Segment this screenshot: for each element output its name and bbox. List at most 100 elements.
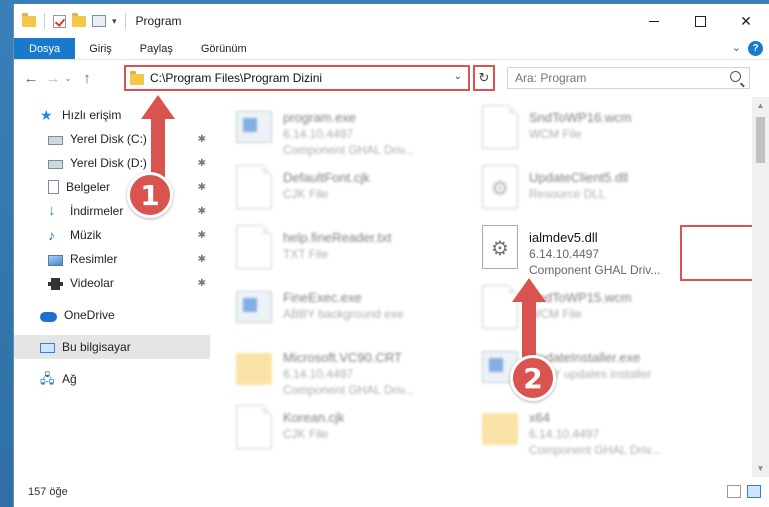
music-icon: ♪: [48, 227, 55, 243]
pin-icon[interactable]: ✱: [198, 278, 206, 289]
file-subtitle: WCM File: [529, 127, 582, 141]
back-button[interactable]: ←: [20, 70, 42, 87]
scroll-up-icon[interactable]: ▲: [752, 97, 769, 114]
ribbon-expand-icon[interactable]: ⌄: [732, 41, 741, 54]
sidebar-item-label: Videolar: [70, 276, 114, 290]
file-subtitle: 6.14.10.4497: [529, 247, 600, 261]
sidebar-item-label: Resimler: [70, 252, 118, 266]
disk-icon: [48, 160, 63, 169]
annotation-arrow-2: [512, 278, 546, 362]
file-subtitle: CJK File: [283, 187, 329, 201]
tab-view[interactable]: Görünüm: [187, 38, 261, 59]
file-name: Microsoft.VC90.CRT: [283, 350, 402, 365]
sidebar-item-label: OneDrive: [64, 308, 115, 322]
forward-button[interactable]: →: [42, 70, 64, 87]
file-name: DefaultFont.cjk: [283, 170, 370, 185]
tab-home[interactable]: Giriş: [75, 38, 126, 59]
file-name: ialmdev5.dll: [529, 230, 598, 245]
sidebar-item-quick-access[interactable]: ★ Hızlı erişim: [14, 103, 210, 127]
file-item[interactable]: x64 6.14.10.4497 Component GHAL Driv...: [482, 405, 716, 463]
pin-icon[interactable]: ✱: [198, 206, 206, 217]
sidebar-item-documents[interactable]: Belgeler ✱: [14, 175, 210, 199]
sidebar-item-disk-d[interactable]: Yerel Disk (D:) ✱: [14, 151, 210, 175]
file-item[interactable]: FineExec.exe ABBY background exe: [236, 285, 470, 343]
search-input[interactable]: [515, 71, 715, 85]
file-name: program.exe: [283, 110, 356, 125]
address-dropdown-icon[interactable]: ⌄: [454, 71, 462, 82]
file-description: Component GHAL Driv...: [529, 263, 661, 277]
file-subtitle: TXT File: [283, 247, 329, 261]
search-box[interactable]: [507, 67, 750, 89]
scroll-thumb[interactable]: [756, 117, 765, 163]
file-icon: [236, 165, 272, 209]
window-title: Program: [135, 14, 182, 28]
file-icon: [236, 405, 272, 449]
tiles-view-icon[interactable]: [747, 485, 761, 498]
documents-icon: [48, 180, 59, 194]
pin-icon[interactable]: ✱: [198, 230, 206, 241]
pin-icon[interactable]: ✱: [198, 182, 206, 193]
navigation-bar: ← → ⌄ ↑ C:\Program Files\Program Dizini …: [14, 60, 769, 96]
file-item[interactable]: UpdateClient5.dll Resource DLL: [482, 165, 716, 223]
tab-share[interactable]: Paylaş: [126, 38, 187, 59]
explorer-body: ★ Hızlı erişim Yerel Disk (C:) ✱ Yerel D…: [14, 97, 769, 477]
minimize-button[interactable]: [631, 4, 677, 38]
close-button[interactable]: ✕: [723, 4, 769, 38]
file-item[interactable]: DefaultFont.cjk CJK File: [236, 165, 470, 223]
file-item[interactable]: Microsoft.VC90.CRT 6.14.10.4497 Component …: [236, 345, 470, 403]
vertical-scrollbar[interactable]: ▲ ▼: [752, 97, 769, 477]
view-switcher: [727, 485, 761, 498]
address-path[interactable]: C:\Program Files\Program Dizini: [150, 71, 322, 85]
refresh-button[interactable]: ↻: [473, 65, 495, 91]
application-icon: [236, 291, 272, 323]
file-details: help.fineReader.txt TXT File: [283, 225, 391, 262]
address-bar[interactable]: C:\Program Files\Program Dizini ⌄: [124, 65, 470, 91]
annotation-badge-2: 2: [510, 355, 556, 401]
file-subtitle: WCM File: [529, 307, 582, 321]
sidebar-item-pictures[interactable]: Resimler ✱: [14, 247, 210, 271]
properties-check-icon[interactable]: [53, 14, 66, 28]
sidebar-item-music[interactable]: ♪ Müzik ✱: [14, 223, 210, 247]
sidebar-item-network[interactable]: 🖧 Ağ: [14, 367, 210, 391]
sidebar-item-disk-c[interactable]: Yerel Disk (C:) ✱: [14, 127, 210, 151]
file-icon: [236, 225, 272, 269]
recent-locations-icon[interactable]: ⌄: [64, 73, 76, 84]
file-subtitle: ABBY background exe: [283, 307, 404, 321]
sidebar-item-onedrive[interactable]: OneDrive: [14, 303, 210, 327]
ribbon-tabs: Dosya Giriş Paylaş Görünüm ⌄ ?: [14, 38, 769, 60]
help-icon[interactable]: ?: [748, 41, 763, 56]
explorer-window: ▾ Program ✕ Dosya Giriş Paylaş Görünüm ⌄…: [13, 4, 769, 507]
file-subtitle: 6.14.10.4497: [283, 127, 354, 141]
sidebar-item-this-pc[interactable]: Bu bilgisayar: [14, 335, 210, 359]
sidebar-item-downloads[interactable]: ↓ İndirmeler ✱: [14, 199, 210, 223]
up-button[interactable]: ↑: [76, 70, 98, 87]
customize-view-icon[interactable]: [92, 15, 106, 27]
file-item[interactable]: program.exe 6.14.10.4497 Component GHAL Dr…: [236, 105, 470, 163]
file-item[interactable]: Korean.cjk CJK File: [236, 405, 470, 463]
sidebar-item-label: Yerel Disk (C:): [70, 132, 147, 146]
tab-file[interactable]: Dosya: [14, 38, 76, 59]
sidebar-item-label: Bu bilgisayar: [62, 340, 131, 354]
file-details: DefaultFont.cjk CJK File: [283, 165, 370, 202]
maximize-button[interactable]: [677, 4, 723, 38]
pin-icon[interactable]: ✱: [198, 158, 206, 169]
file-item[interactable]: SndToWP16.wcm WCM File: [482, 105, 716, 163]
file-subtitle: 6.14.10.4497: [283, 367, 354, 381]
file-item[interactable]: help.fineReader.txt TXT File: [236, 225, 470, 283]
pin-icon[interactable]: ✱: [198, 134, 206, 145]
sidebar-item-videos[interactable]: Videolar ✱: [14, 271, 210, 295]
file-icon: [482, 105, 518, 149]
new-folder-icon[interactable]: [72, 12, 86, 27]
cloud-icon: [40, 312, 57, 322]
search-icon[interactable]: [730, 71, 741, 82]
pin-icon[interactable]: ✱: [198, 254, 206, 265]
file-list: x64 6.14.10.4497 Component GHAL Driv... Kor…: [210, 97, 769, 477]
file-name: Korean.cjk: [283, 410, 345, 425]
details-view-icon[interactable]: [727, 485, 741, 498]
scroll-down-icon[interactable]: ▼: [752, 460, 769, 477]
quick-access-dropdown-icon[interactable]: ▾: [112, 16, 117, 27]
sidebar-item-label: İndirmeler: [70, 204, 124, 218]
dll-gear-icon: [482, 225, 518, 269]
